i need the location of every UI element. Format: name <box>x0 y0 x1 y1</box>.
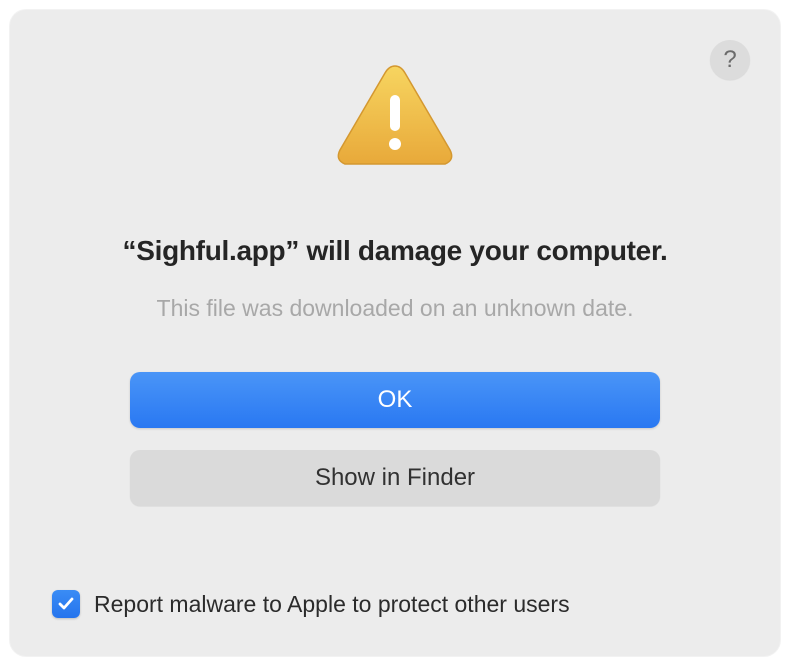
show-in-finder-button[interactable]: Show in Finder <box>130 450 660 506</box>
button-container: OK Show in Finder <box>130 372 660 506</box>
ok-button[interactable]: OK <box>130 372 660 428</box>
warning-icon <box>335 60 455 175</box>
dialog-title: “Sighful.app” will damage your computer. <box>123 235 668 267</box>
report-malware-row: Report malware to Apple to protect other… <box>52 590 570 618</box>
report-malware-label[interactable]: Report malware to Apple to protect other… <box>94 591 570 618</box>
checkmark-icon <box>56 594 76 614</box>
dialog-subtitle: This file was downloaded on an unknown d… <box>157 295 634 322</box>
help-button[interactable]: ? <box>710 40 750 80</box>
alert-dialog: ? “Sighful.app” will damage your compute… <box>10 10 780 656</box>
report-malware-checkbox[interactable] <box>52 590 80 618</box>
